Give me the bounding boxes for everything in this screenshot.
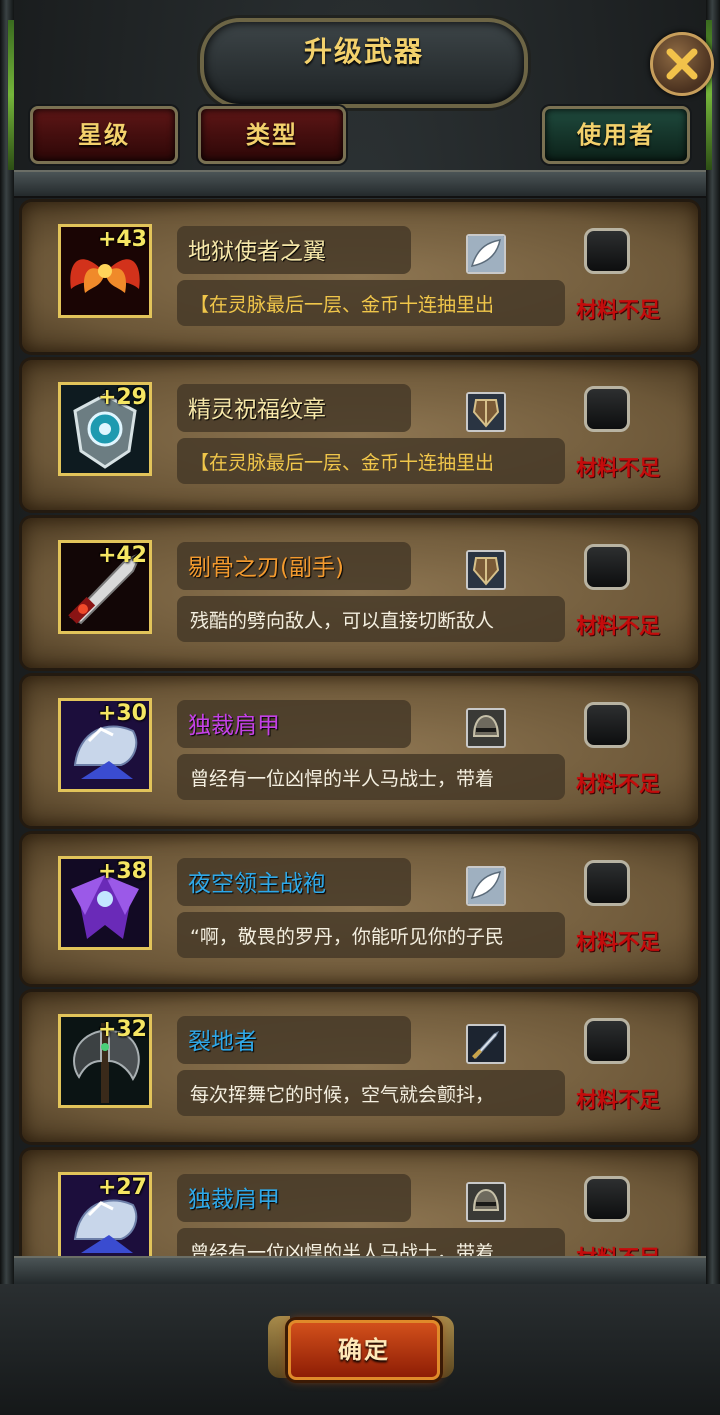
item-plus-level: +42	[97, 543, 147, 568]
page-title: 升级武器	[303, 35, 424, 68]
filter-user-button[interactable]: 使用者	[542, 106, 690, 164]
select-checkbox[interactable]	[584, 1176, 630, 1222]
list-item[interactable]: +42 剔骨之刃(副手) 残酷的劈向敌人，可以直接切断敌人 材料不足	[22, 518, 698, 668]
item-icon[interactable]: +38	[58, 856, 152, 950]
status-text: 材料不足	[576, 1088, 660, 1112]
item-desc: “啊，敬畏的罗丹，你能听见你的子民	[190, 926, 504, 948]
filter-star-button[interactable]: 星级	[30, 106, 178, 164]
select-checkbox[interactable]	[584, 228, 630, 274]
item-icon[interactable]: +43	[58, 224, 152, 318]
wing-type-icon	[466, 234, 506, 274]
item-name: 地狱使者之翼	[188, 239, 326, 265]
item-desc: 每次挥舞它的时候，空气就会颤抖，	[190, 1084, 495, 1106]
item-name: 夜空领主战袍	[188, 871, 326, 897]
sword-type-icon	[466, 1024, 506, 1064]
select-checkbox[interactable]	[584, 702, 630, 748]
close-x-icon	[666, 48, 698, 80]
list-item[interactable]: +43 地狱使者之翼【在灵脉最后一层、金币十连抽里出 材料不足	[22, 202, 698, 352]
item-plus-level: +32	[97, 1017, 147, 1042]
select-checkbox[interactable]	[584, 860, 630, 906]
list-item[interactable]: +29 精灵祝福纹章【在灵脉最后一层、金币十连抽里出 材料不足	[22, 360, 698, 510]
list-item[interactable]: +30 独裁肩甲曾经有一位凶悍的半人马战士，带着 材料不足	[22, 676, 698, 826]
item-name: 裂地者	[188, 1029, 257, 1055]
list-item[interactable]: +32 裂地者每次挥舞它的时候，空气就会颤抖， 材料不足	[22, 992, 698, 1142]
item-icon[interactable]: +29	[58, 382, 152, 476]
filter-type-button[interactable]: 类型	[198, 106, 346, 164]
status-text: 材料不足	[576, 614, 660, 638]
status-text: 材料不足	[576, 930, 660, 954]
frame-rail-right	[706, 0, 720, 1415]
item-name: 独裁肩甲	[188, 1187, 280, 1213]
frame-glow-left	[8, 20, 14, 170]
select-checkbox[interactable]	[584, 1018, 630, 1064]
panel-top-bar	[14, 170, 706, 198]
status-text: 材料不足	[576, 456, 660, 480]
item-icon[interactable]: +42	[58, 540, 152, 634]
item-icon[interactable]: +27	[58, 1172, 152, 1260]
item-plus-level: +43	[97, 227, 147, 252]
wing-type-icon	[466, 866, 506, 906]
item-name: 精灵祝福纹章	[188, 397, 326, 423]
status-text: 材料不足	[576, 772, 660, 796]
item-desc: 【在灵脉最后一层、金币十连抽里出	[190, 452, 495, 474]
shield-type-icon	[466, 550, 506, 590]
item-plus-level: +29	[97, 385, 147, 410]
item-desc: 【在灵脉最后一层、金币十连抽里出	[190, 294, 495, 316]
helmet-type-icon	[466, 1182, 506, 1222]
panel-bottom-bar	[14, 1256, 706, 1286]
list-item[interactable]: +27 独裁肩甲 曾经有一位凶悍的半人马战士，带着 材料不足	[22, 1150, 698, 1260]
item-name: 独裁肩甲	[188, 713, 280, 739]
confirm-button[interactable]: 确定	[288, 1320, 440, 1380]
frame-rail-left	[0, 0, 14, 1415]
list-item[interactable]: +38 夜空领主战袍 “啊，敬畏的罗丹，你能听见你的子民 材料不足	[22, 834, 698, 984]
item-desc: 残酷的劈向敌人，可以直接切断敌人	[190, 610, 495, 632]
item-plus-level: +38	[97, 859, 147, 884]
item-desc: 曾经有一位凶悍的半人马战士，带着	[190, 768, 495, 790]
item-icon[interactable]: +32	[58, 1014, 152, 1108]
button-ornament-left	[268, 1316, 290, 1378]
status-text: 材料不足	[576, 298, 660, 322]
item-plus-level: +30	[97, 701, 147, 726]
close-button[interactable]	[650, 32, 714, 96]
shield-type-icon	[466, 392, 506, 432]
item-list[interactable]: +43 地狱使者之翼 【在灵脉最后一层、金币十连抽里出 材料不足 +29 精灵祝福纹章 【在…	[18, 196, 702, 1260]
select-checkbox[interactable]	[584, 544, 630, 590]
item-plus-level: +27	[97, 1175, 147, 1200]
frame-glow-right	[706, 20, 712, 170]
item-icon[interactable]: +30	[58, 698, 152, 792]
item-name: 剔骨之刃(副手)	[188, 555, 344, 581]
helmet-type-icon	[466, 708, 506, 748]
select-checkbox[interactable]	[584, 386, 630, 432]
